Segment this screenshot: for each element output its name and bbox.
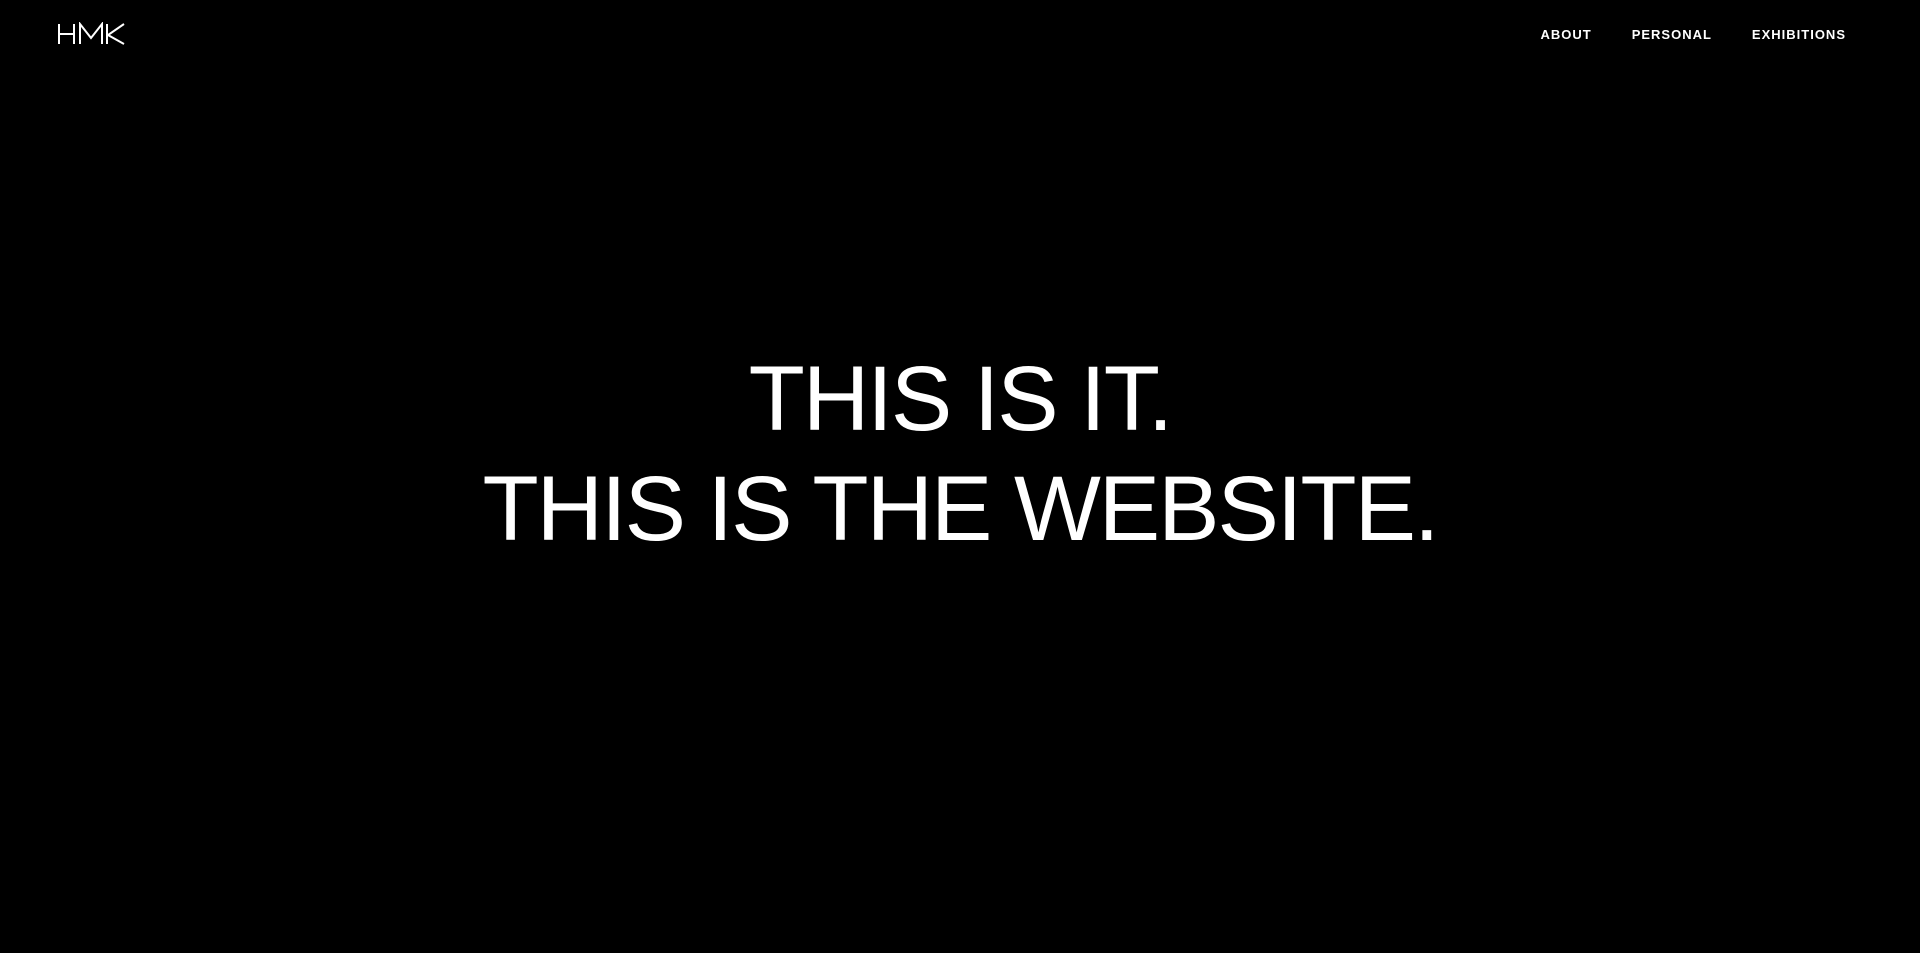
nav-link-about[interactable]: ABOUT	[1540, 26, 1591, 43]
hero-headline-line-2: THIS IS THE WEBSITE.	[482, 458, 1439, 560]
hero-headline-line-1: THIS IS IT.	[748, 348, 1174, 450]
nav-link-exhibitions[interactable]: EXHIBITIONS	[1752, 26, 1846, 43]
site-header: ABOUT PERSONAL EXHIBITIONS	[0, 0, 1920, 70]
hmk-logo-icon	[58, 22, 125, 45]
page: ABOUT PERSONAL EXHIBITIONS THIS IS IT. T…	[0, 0, 1920, 953]
hero: THIS IS IT. THIS IS THE WEBSITE.	[0, 344, 1920, 564]
nav-link-personal[interactable]: PERSONAL	[1632, 26, 1712, 43]
main-nav: ABOUT PERSONAL EXHIBITIONS	[1540, 26, 1846, 43]
logo-link[interactable]	[57, 22, 127, 46]
